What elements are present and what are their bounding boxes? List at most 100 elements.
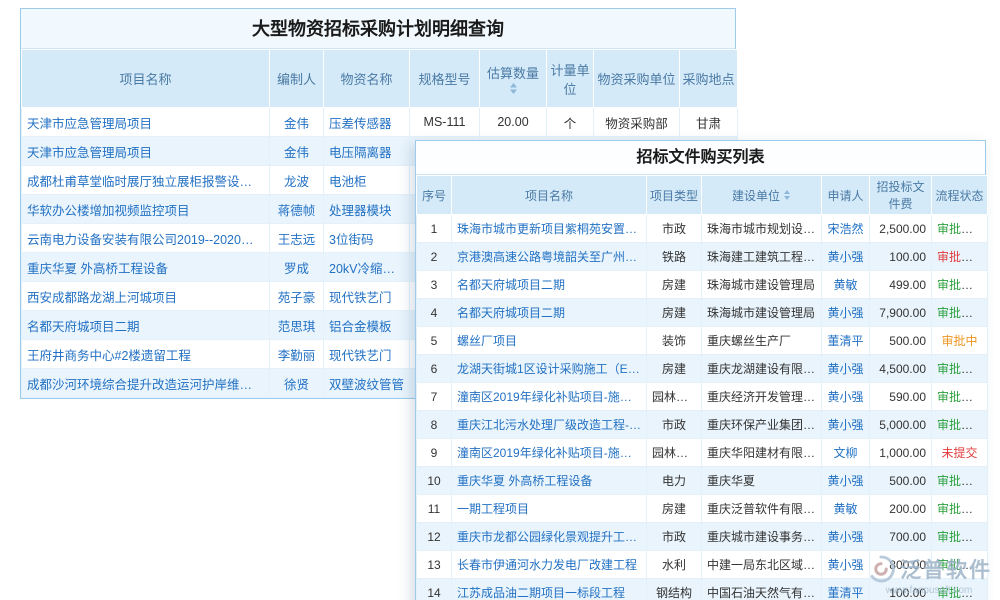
cell-material-name[interactable]: 压差传感器 (324, 108, 410, 137)
table-row[interactable]: 8 重庆江北污水处理厂级改造工程-道路修... 市政 重庆环保产业集团有限...… (417, 411, 988, 439)
cell-compiler[interactable]: 金伟 (270, 108, 324, 137)
cell-doc-fee: 100.00 (870, 579, 932, 600)
cell-compiler[interactable]: 龙波 (270, 166, 324, 195)
cell-project-name[interactable]: 螺丝厂项目 (452, 327, 647, 355)
cell-project-name[interactable]: 珠海市城市更新项目紫桐苑安置点设计... (452, 215, 647, 243)
sort-icon[interactable] (509, 83, 518, 94)
cell-material-name[interactable]: 双壁波纹管管 (324, 369, 410, 398)
cell-compiler[interactable]: 王志远 (270, 224, 324, 253)
cell-material-name[interactable]: 3位街码 (324, 224, 410, 253)
sort-icon[interactable] (783, 190, 791, 200)
cell-material-name[interactable]: 电压隔离器 (324, 137, 410, 166)
cell-index: 3 (417, 271, 452, 299)
table-row[interactable]: 14 江苏成品油二期项目一标段工程 钢结构 中国石油天然气有限公司 董清平 10… (417, 579, 988, 600)
cell-project-name[interactable]: 京港澳高速公路粤境韶关至广州互通路... (452, 243, 647, 271)
bid-table-body: 1 珠海市城市更新项目紫桐苑安置点设计... 市政 珠海市城市规划设计院 宋浩然… (417, 215, 988, 600)
cell-project-type: 房建 (647, 271, 702, 299)
plan-column-estimated-qty[interactable]: 估算数量 (480, 50, 547, 108)
cell-compiler[interactable]: 苑子豪 (270, 282, 324, 311)
column-label: 物资采购单位 (597, 72, 675, 87)
cell-project-name[interactable]: 王府井商务中心#2楼遗留工程 (22, 340, 270, 369)
cell-compiler[interactable]: 罗成 (270, 253, 324, 282)
cell-applicant[interactable]: 黄敏 (822, 271, 870, 299)
table-row[interactable]: 5 螺丝厂项目 装饰 重庆螺丝生产厂 董清平 500.00 审批中 (417, 327, 988, 355)
table-row[interactable]: 1 珠海市城市更新项目紫桐苑安置点设计... 市政 珠海市城市规划设计院 宋浩然… (417, 215, 988, 243)
cell-applicant[interactable]: 黄小强 (822, 299, 870, 327)
cell-project-name[interactable]: 华软办公楼增加视频监控项目 (22, 195, 270, 224)
cell-applicant[interactable]: 文柳 (822, 439, 870, 467)
cell-project-name[interactable]: 重庆华夏 外高桥工程设备 (22, 253, 270, 282)
cell-project-type: 装饰 (647, 327, 702, 355)
cell-flow-status: 审批通过 (932, 523, 988, 551)
status-text: 审批通过 (937, 502, 985, 516)
cell-project-name[interactable]: 成都沙河环境综合提升改造运河护岸维修改 (22, 369, 270, 398)
table-row[interactable]: 2 京港澳高速公路粤境韶关至广州互通路... 铁路 珠海建工建筑工程有限... … (417, 243, 988, 271)
cell-index: 4 (417, 299, 452, 327)
cell-project-name[interactable]: 名都天府城项目二期 (22, 311, 270, 340)
cell-project-name[interactable]: 长春市伊通河水力发电厂改建工程 (452, 551, 647, 579)
table-row[interactable]: 天津市应急管理局项目 金伟 压差传感器 MS-111 20.00 个 物资采购部… (22, 108, 738, 137)
cell-project-name[interactable]: 潼南区2019年绿化补贴项目-施工2标段 (452, 439, 647, 467)
plan-header-row: 项目名称 编制人 物资名称 规格型号 估算数量 计量单位 物资采购单位 采购地点 (22, 50, 738, 108)
table-row[interactable]: 10 重庆华夏 外高桥工程设备 电力 重庆华夏 黄小强 500.00 审批通过 (417, 467, 988, 495)
cell-project-name[interactable]: 江苏成品油二期项目一标段工程 (452, 579, 647, 600)
cell-applicant[interactable]: 宋浩然 (822, 215, 870, 243)
status-text: 审批通过 (937, 362, 985, 376)
cell-construction-unit: 重庆螺丝生产厂 (702, 327, 822, 355)
cell-material-name[interactable]: 20kV冷缩中间 (324, 253, 410, 282)
status-text: 审批通过 (937, 222, 985, 236)
cell-applicant[interactable]: 黄小强 (822, 355, 870, 383)
cell-material-name[interactable]: 铝合金模板 (324, 311, 410, 340)
cell-doc-fee: 5,000.00 (870, 411, 932, 439)
table-row[interactable]: 11 一期工程项目 房建 重庆泛普软件有限公司 黄敏 200.00 审批通过 (417, 495, 988, 523)
cell-project-name[interactable]: 龙湖天街城1区设计采购施工（EPC）... (452, 355, 647, 383)
cell-compiler[interactable]: 李勤丽 (270, 340, 324, 369)
cell-project-name[interactable]: 重庆市龙都公园绿化景观提升工程施工 (452, 523, 647, 551)
bid-header-row: 序号 项目名称 项目类型 建设单位 申请人 招投标文件费 流程状态 (417, 176, 988, 215)
table-row[interactable]: 13 长春市伊通河水力发电厂改建工程 水利 中建一局东北区域公司 黄小强 800… (417, 551, 988, 579)
cell-material-name[interactable]: 现代铁艺门 (324, 282, 410, 311)
cell-material-name[interactable]: 现代铁艺门 (324, 340, 410, 369)
cell-applicant[interactable]: 黄小强 (822, 523, 870, 551)
cell-compiler[interactable]: 范思琪 (270, 311, 324, 340)
cell-project-name[interactable]: 潼南区2019年绿化补贴项目-施工2标段 (452, 383, 647, 411)
cell-applicant[interactable]: 董清平 (822, 579, 870, 600)
cell-compiler[interactable]: 金伟 (270, 137, 324, 166)
cell-applicant[interactable]: 黄小强 (822, 243, 870, 271)
table-row[interactable]: 4 名都天府城项目二期 房建 珠海城市建设管理局 黄小强 7,900.00 审批… (417, 299, 988, 327)
cell-project-name[interactable]: 西安成都路龙湖上河城项目 (22, 282, 270, 311)
cell-project-name[interactable]: 云南电力设备安装有限公司2019--2020年度 (22, 224, 270, 253)
cell-index: 5 (417, 327, 452, 355)
cell-material-name[interactable]: 电池柜 (324, 166, 410, 195)
cell-applicant[interactable]: 董清平 (822, 327, 870, 355)
table-row[interactable]: 12 重庆市龙都公园绿化景观提升工程施工 市政 重庆城市建设事务服务... 黄小… (417, 523, 988, 551)
status-text: 审批通过 (937, 474, 985, 488)
cell-material-name[interactable]: 处理器模块 (324, 195, 410, 224)
table-row[interactable]: 9 潼南区2019年绿化补贴项目-施工2标段 园林景观 重庆华阳建材有限公司 文… (417, 439, 988, 467)
table-row[interactable]: 6 龙湖天街城1区设计采购施工（EPC）... 房建 重庆龙湖建设有限公司 黄小… (417, 355, 988, 383)
column-label: 流程状态 (935, 189, 983, 203)
cell-applicant[interactable]: 黄小强 (822, 551, 870, 579)
cell-compiler[interactable]: 徐贤 (270, 369, 324, 398)
cell-project-name[interactable]: 一期工程项目 (452, 495, 647, 523)
status-text: 未提交 (941, 446, 977, 460)
cell-applicant[interactable]: 黄敏 (822, 495, 870, 523)
cell-project-name[interactable]: 重庆华夏 外高桥工程设备 (452, 467, 647, 495)
cell-applicant[interactable]: 黄小强 (822, 383, 870, 411)
column-label: 序号 (422, 189, 446, 203)
cell-project-name[interactable]: 名都天府城项目二期 (452, 299, 647, 327)
cell-project-name[interactable]: 天津市应急管理局项目 (22, 108, 270, 137)
cell-construction-unit: 重庆龙湖建设有限公司 (702, 355, 822, 383)
cell-project-name[interactable]: 名都天府城项目二期 (452, 271, 647, 299)
bid-column-construction-unit[interactable]: 建设单位 (702, 176, 822, 215)
cell-project-name[interactable]: 成都杜甫草堂临时展厅独立展柜报警设备安 (22, 166, 270, 195)
cell-applicant[interactable]: 黄小强 (822, 467, 870, 495)
cell-project-name[interactable]: 重庆江北污水处理厂级改造工程-道路修... (452, 411, 647, 439)
table-row[interactable]: 3 名都天府城项目二期 房建 珠海城市建设管理局 黄敏 499.00 审批通过 (417, 271, 988, 299)
table-row[interactable]: 7 潼南区2019年绿化补贴项目-施工2标段 园林景观 重庆经济开发管理委员会 … (417, 383, 988, 411)
bid-document-purchase-panel: 招标文件购买列表 序号 项目名称 项目类型 建设单位 申请人 (415, 140, 986, 600)
cell-compiler[interactable]: 蒋德帧 (270, 195, 324, 224)
cell-construction-unit: 重庆泛普软件有限公司 (702, 495, 822, 523)
cell-project-name[interactable]: 天津市应急管理局项目 (22, 137, 270, 166)
cell-applicant[interactable]: 黄小强 (822, 411, 870, 439)
